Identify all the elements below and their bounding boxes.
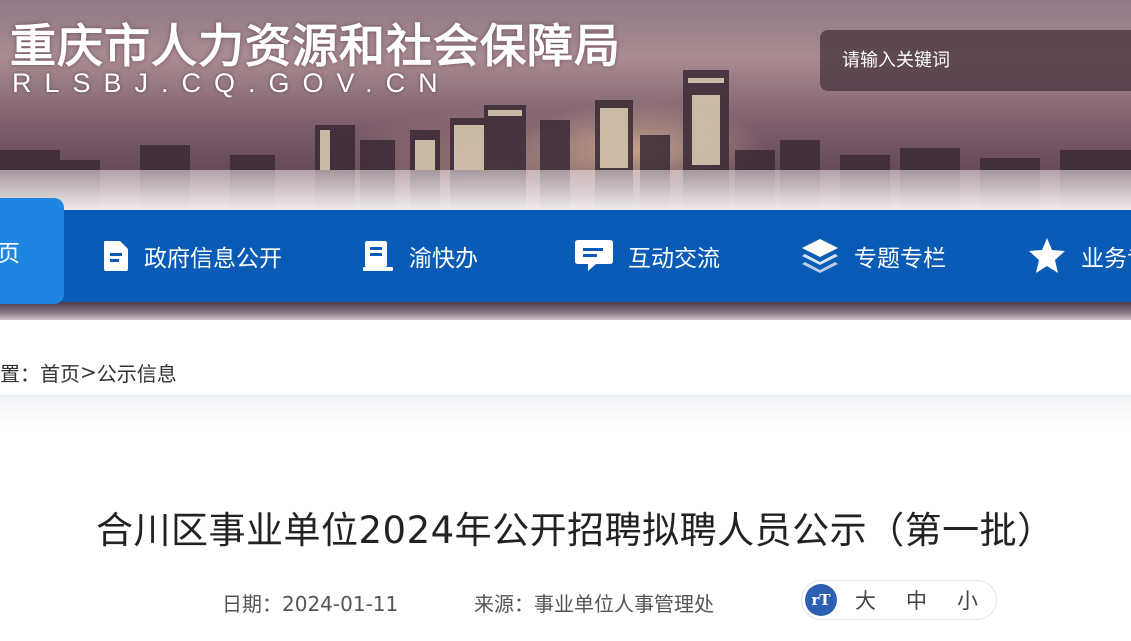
article-title: 合川区事业单位2024年公开招聘拟聘人员公示（第一批） (96, 509, 1055, 552)
article-source: 来源：事业单位人事管理处 (474, 588, 714, 617)
nav-item-yukuaiban[interactable]: 渝快办 (361, 210, 478, 302)
breadcrumb: 置： 首页 > 公示信息 (0, 356, 177, 388)
nav-item-label: 专题专栏 (854, 246, 946, 272)
nav-item-gov-info[interactable]: 政府信息公开 (102, 210, 282, 302)
source-value: 事业单位人事管理处 (534, 592, 714, 616)
font-size-small-button[interactable]: 小 (957, 585, 978, 615)
main-nav: 政府信息公开 渝快办 互动交流 专题专栏 业务专 (0, 210, 1131, 302)
nav-item-business[interactable]: 业务专 (1027, 210, 1131, 302)
star-icon (1029, 238, 1065, 273)
search-input[interactable] (840, 49, 1124, 72)
breadcrumb-prefix: 置： (0, 361, 40, 386)
nav-home-label: 页 (0, 241, 20, 267)
date-value: 2024-01-11 (282, 592, 399, 616)
nav-item-home[interactable]: 页 (0, 198, 64, 304)
chat-icon (575, 240, 613, 271)
layers-icon (802, 239, 838, 273)
breadcrumb-home-link[interactable]: 首页 (40, 358, 80, 387)
nav-item-label: 业务专 (1081, 246, 1131, 272)
ledger-icon (363, 241, 393, 271)
document-icon (104, 241, 128, 271)
site-domain: RLSBJ.CQ.GOV.CN (12, 68, 451, 98)
date-label: 日期： (222, 592, 282, 616)
font-size-icon: rT (805, 584, 837, 616)
nav-item-label: 互动交流 (628, 246, 720, 272)
source-label: 来源： (474, 592, 534, 616)
font-size-large-button[interactable]: 大 (855, 585, 876, 615)
breadcrumb-separator: > (80, 360, 97, 384)
nav-item-interaction[interactable]: 互动交流 (574, 210, 720, 302)
font-size-switcher: rT 大 中 小 (801, 580, 997, 620)
font-size-medium-button[interactable]: 中 (906, 585, 927, 615)
search-box[interactable] (820, 30, 1131, 91)
nav-item-label: 渝快办 (409, 246, 478, 272)
article-date: 日期：2024-01-11 (222, 588, 398, 617)
breadcrumb-current-link[interactable]: 公示信息 (97, 358, 177, 387)
site-title: 重庆市人力资源和社会保障局 (10, 19, 621, 73)
nav-item-special-topics[interactable]: 专题专栏 (800, 210, 946, 302)
nav-item-label: 政府信息公开 (144, 246, 282, 272)
